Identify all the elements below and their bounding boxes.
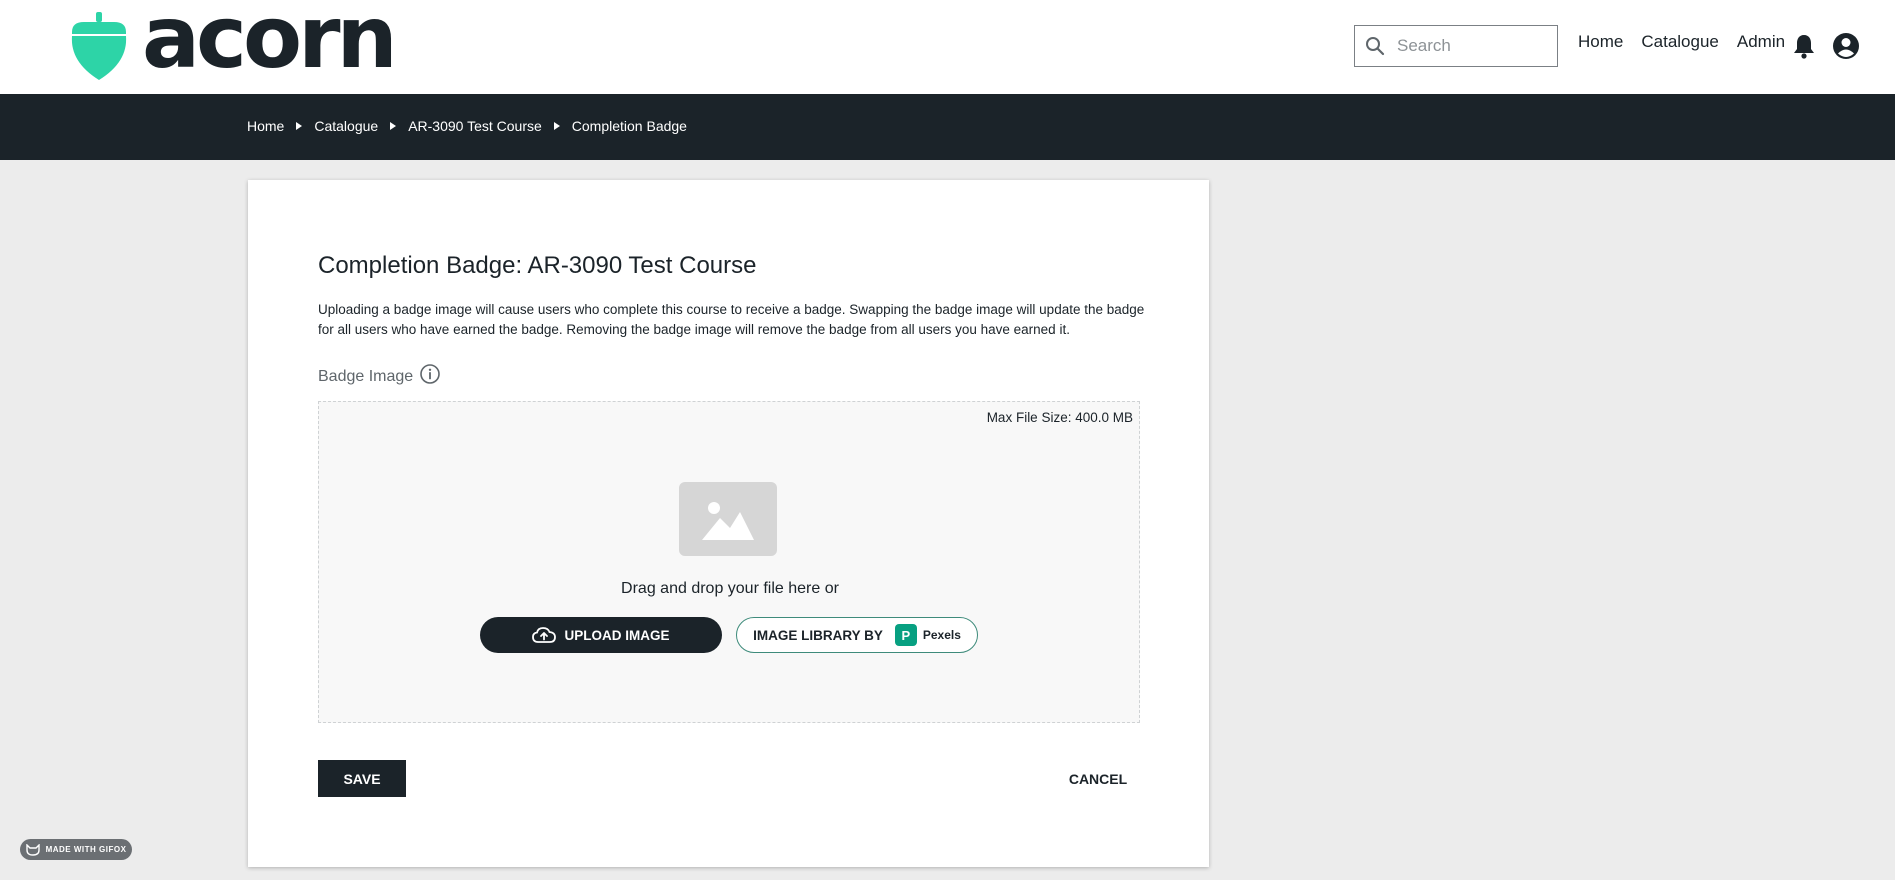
info-icon[interactable] [419,363,441,390]
nav-catalogue[interactable]: Catalogue [1641,32,1719,52]
search-icon [1366,37,1385,56]
file-dropzone[interactable]: Max File Size: 400.0 MB Drag and drop yo… [318,401,1140,723]
breadcrumb-arrow-icon [553,122,560,130]
breadcrumb: Home Catalogue AR-3090 Test Course Compl… [247,118,687,134]
drop-instructions: Drag and drop your file here or [621,580,839,597]
max-file-size: Max File Size: 400.0 MB [986,410,1133,425]
cancel-button[interactable]: CANCEL [1058,760,1138,797]
pexels-logo-icon: P [894,624,917,646]
nav-admin[interactable]: Admin [1737,32,1785,52]
badge-form-card: Completion Badge: AR-3090 Test Course Up… [248,180,1209,867]
brand-wordmark: acorn [142,0,398,88]
upload-image-label: UPLOAD IMAGE [564,627,670,643]
breadcrumb-catalogue[interactable]: Catalogue [314,118,378,134]
page-description: Uploading a badge image will cause users… [318,302,1145,337]
pexels-brand: Pexels [922,628,961,642]
account-icon[interactable] [1832,32,1860,65]
badge-image-label: Badge Image [318,363,441,390]
cloud-upload-icon [532,627,557,643]
breadcrumb-bar: Home Catalogue AR-3090 Test Course Compl… [0,94,1895,160]
search-input[interactable] [1397,36,1557,56]
fox-icon [25,843,40,856]
breadcrumb-course[interactable]: AR-3090 Test Course [408,118,542,134]
breadcrumb-home[interactable]: Home [247,118,284,134]
main-nav: Home Catalogue Admin [1578,32,1803,52]
acorn-icon [71,12,127,80]
image-library-label: IMAGE LIBRARY BY [753,627,883,643]
gifox-watermark: MADE WITH GIFOX [20,839,132,860]
badge-image-label-text: Badge Image [318,367,414,385]
image-placeholder-icon [679,482,777,556]
nav-home[interactable]: Home [1578,32,1623,52]
page-title: Completion Badge: AR-3090 Test Course [318,252,757,279]
watermark-label: MADE WITH GIFOX [45,845,127,854]
top-header: acorn Home Catalogue Admin [0,0,1895,94]
acorn-logo[interactable]: acorn [68,0,398,82]
bell-icon[interactable] [1792,33,1816,64]
breadcrumb-current: Completion Badge [571,118,687,134]
search-box[interactable] [1354,25,1558,67]
image-library-button[interactable]: IMAGE LIBRARY BY P Pexels [736,617,978,653]
breadcrumb-arrow-icon [296,122,303,130]
save-button[interactable]: SAVE [318,760,406,797]
header-icons [1792,32,1876,65]
upload-image-button[interactable]: UPLOAD IMAGE [480,617,722,653]
breadcrumb-arrow-icon [390,122,397,130]
